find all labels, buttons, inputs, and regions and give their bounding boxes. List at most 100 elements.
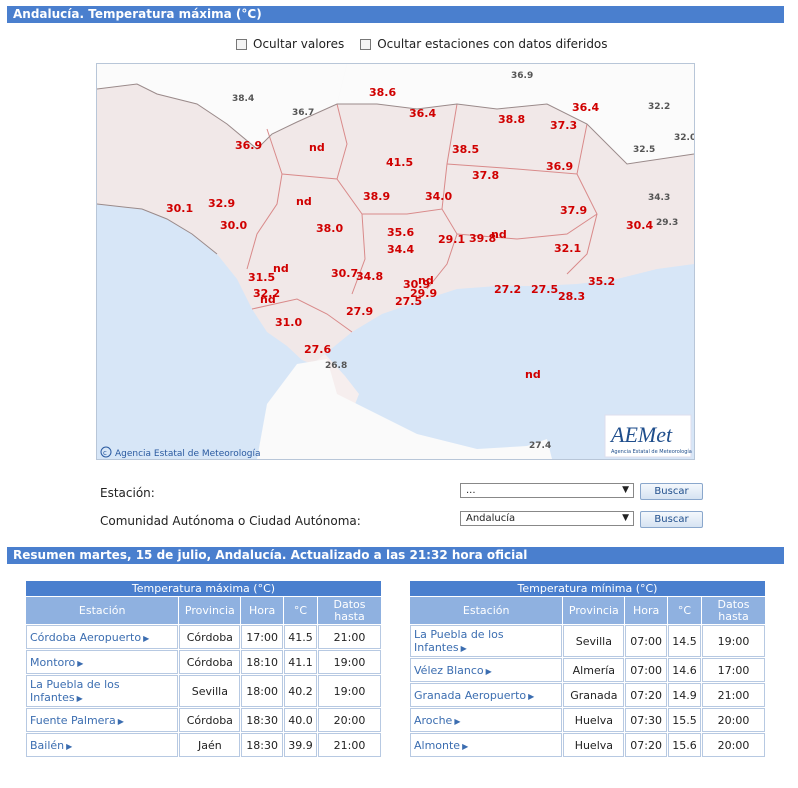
map-value: 27.5	[395, 295, 422, 308]
map-value: nd	[273, 262, 289, 275]
copyright-notice: c Agencia Estatal de Meteorología	[100, 446, 261, 459]
map-value: 37.3	[550, 119, 577, 132]
until-cell: 20:00	[701, 708, 765, 732]
hide-deferred-option[interactable]: Ocultar estaciones con datos diferidos	[360, 37, 608, 51]
summary-title: Resumen martes, 15 de julio, Andalucía. …	[7, 547, 784, 564]
station-link[interactable]: Córdoba Aeropuerto ▶	[26, 625, 179, 649]
hide-deferred-checkbox[interactable]	[360, 38, 372, 50]
map-value: 35.2	[588, 275, 615, 288]
until-cell: 19:00	[701, 625, 765, 657]
until-cell: 21:00	[317, 733, 381, 757]
max-table-caption: Temperatura máxima (°C)	[26, 581, 381, 596]
value-cell: 41.1	[283, 650, 317, 674]
logo-text: AEMet	[609, 422, 673, 447]
search-community-button[interactable]: Buscar	[640, 511, 703, 528]
table-row: Aroche ▶ Huelva 07:30 15.5 20:00	[410, 708, 765, 732]
station-link[interactable]: Vélez Blanco ▶	[410, 658, 563, 682]
map-value: nd	[309, 141, 325, 154]
hour-cell: 18:30	[241, 708, 283, 732]
table-row: La Puebla de los Infantes ▶ Sevilla 07:00…	[410, 625, 765, 657]
station-link[interactable]: Bailén ▶	[26, 733, 179, 757]
col-province[interactable]: Provincia	[563, 597, 625, 624]
map-value: nd	[296, 195, 312, 208]
min-temp-table: Temperatura mínima (°C) Estación Provinc…	[409, 580, 766, 758]
station-label: Estación:	[100, 486, 155, 500]
province-cell: Huelva	[563, 708, 625, 732]
map-value: 36.9	[235, 139, 262, 152]
station-link[interactable]: Granada Aeropuerto ▶	[410, 683, 563, 707]
table-row: Fuente Palmera ▶ Córdoba 18:30 40.0 20:00	[26, 708, 381, 732]
max-temp-table: Temperatura máxima (°C) Estación Provinc…	[25, 580, 382, 758]
hide-deferred-label: Ocultar estaciones con datos diferidos	[377, 37, 608, 51]
map-value: 27.6	[304, 343, 331, 356]
col-province[interactable]: Provincia	[179, 597, 241, 624]
station-link[interactable]: Montoro ▶	[26, 650, 179, 674]
station-link[interactable]: La Puebla de los Infantes ▶	[26, 675, 179, 707]
neighbor-value: 29.3	[656, 218, 678, 228]
temperature-map[interactable]: 38.6 36.4 36.4 38.8 37.3 36.9 nd 41.5 38…	[96, 63, 695, 460]
neighbor-value: 32.0	[674, 133, 694, 143]
neighbor-value: 38.4	[232, 94, 254, 104]
value-cell: 40.2	[283, 675, 317, 707]
col-hour[interactable]: Hora	[241, 597, 283, 624]
triangle-right-icon: ▶	[485, 666, 492, 676]
neighbor-value: 26.8	[325, 361, 347, 371]
col-until[interactable]: Datos hasta	[701, 597, 765, 624]
triangle-right-icon: ▶	[76, 694, 83, 703]
province-cell: Córdoba	[179, 625, 241, 649]
province-cell: Huelva	[563, 733, 625, 757]
col-until[interactable]: Datos hasta	[317, 597, 381, 624]
hour-cell: 18:10	[241, 650, 283, 674]
map-value: 37.9	[560, 204, 587, 217]
map-value: 30.7	[331, 267, 358, 280]
col-degrees[interactable]: °C	[667, 597, 701, 624]
hour-cell: 17:00	[241, 625, 283, 649]
map-value: 34.0	[425, 190, 452, 203]
map-value: 36.4	[409, 107, 436, 120]
col-station[interactable]: Estación	[410, 597, 563, 624]
neighbor-value: 36.7	[292, 108, 314, 118]
map-value: 34.8	[356, 270, 383, 283]
value-cell: 41.5	[283, 625, 317, 649]
station-select[interactable]: ... ▼	[460, 483, 634, 498]
map-value: 38.9	[363, 190, 390, 203]
triangle-right-icon: ▶	[462, 741, 469, 751]
value-cell: 15.6	[667, 733, 701, 757]
col-station[interactable]: Estación	[26, 597, 179, 624]
svg-text:c: c	[103, 449, 107, 457]
map-value: 36.4	[572, 101, 599, 114]
station-link[interactable]: Aroche ▶	[410, 708, 563, 732]
neighbor-value: 27.4	[529, 441, 551, 451]
community-select[interactable]: Andalucía ▼	[460, 511, 634, 526]
table-row: Vélez Blanco ▶ Almería 07:00 14.6 17:00	[410, 658, 765, 682]
station-link[interactable]: Fuente Palmera ▶	[26, 708, 179, 732]
map-value: 36.9	[546, 160, 573, 173]
triangle-right-icon: ▶	[77, 658, 84, 668]
search-station-button[interactable]: Buscar	[640, 483, 703, 500]
col-hour[interactable]: Hora	[625, 597, 667, 624]
map-value: 27.2	[494, 283, 521, 296]
map-value: 38.5	[452, 143, 479, 156]
table-row: Bailén ▶ Jaén 18:30 39.9 21:00	[26, 733, 381, 757]
hide-values-option[interactable]: Ocultar valores	[236, 37, 344, 51]
triangle-right-icon: ▶	[454, 716, 461, 726]
map-value: 29.1	[438, 233, 465, 246]
neighbor-value: 32.5	[633, 145, 655, 155]
col-degrees[interactable]: °C	[283, 597, 317, 624]
aemet-logo: AEMet Agencia Estatal de Meteorología	[604, 414, 692, 458]
table-row: Granada Aeropuerto ▶ Granada 07:20 14.9 2…	[410, 683, 765, 707]
map-value: 30.0	[220, 219, 247, 232]
map-value: 32.1	[554, 242, 581, 255]
map-value: 32.9	[208, 197, 235, 210]
triangle-right-icon: ▶	[460, 644, 467, 653]
province-cell: Sevilla	[179, 675, 241, 707]
value-cell: 39.9	[283, 733, 317, 757]
neighbor-value: 32.2	[648, 102, 670, 112]
hide-values-checkbox[interactable]	[236, 38, 247, 50]
community-select-value: Andalucía	[466, 513, 516, 524]
until-cell: 21:00	[701, 683, 765, 707]
station-link[interactable]: La Puebla de los Infantes ▶	[410, 625, 563, 657]
province-cell: Almería	[563, 658, 625, 682]
station-link[interactable]: Almonte ▶	[410, 733, 563, 757]
map-value: 31.5	[248, 271, 275, 284]
